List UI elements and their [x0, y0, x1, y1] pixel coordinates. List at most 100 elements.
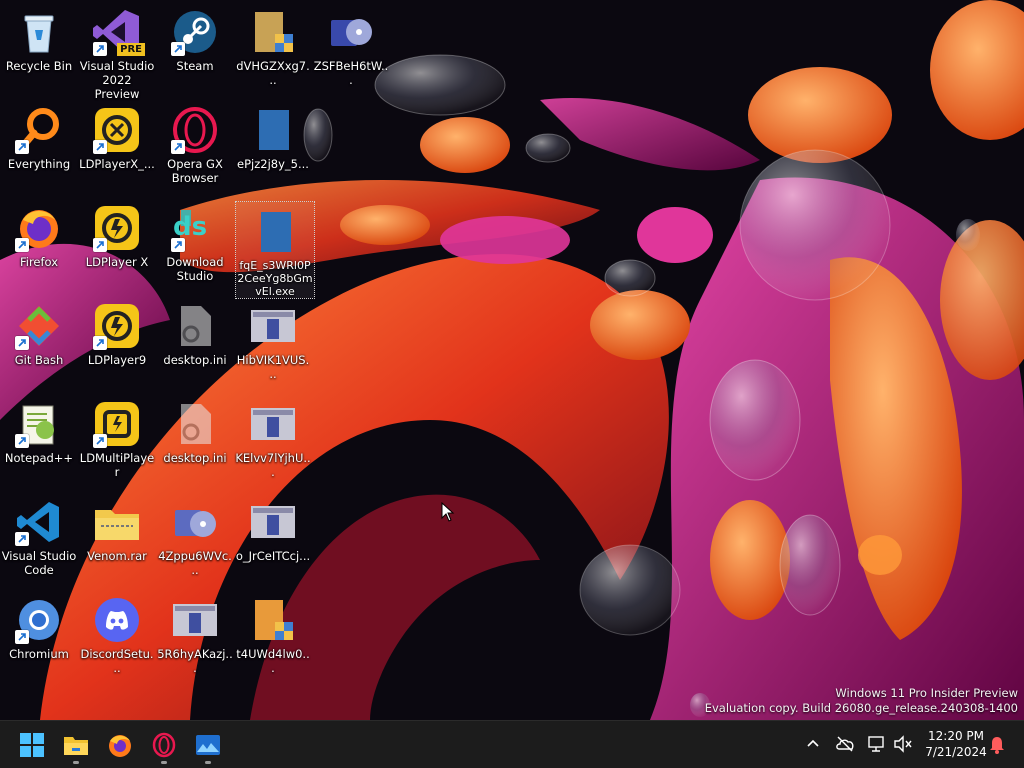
chromium-shortcut[interactable]: Chromium: [0, 590, 78, 686]
shortcut-arrow-icon: [93, 434, 107, 448]
ldplayer-icon: [93, 302, 141, 350]
executable-window-icon: [249, 498, 297, 546]
file-zsfbeh6tw[interactable]: ZSFBeH6tW...: [312, 2, 390, 98]
file-dvhgzxxg7[interactable]: dVHGZXxg7...: [234, 2, 312, 98]
shortcut-arrow-icon: [93, 238, 107, 252]
taskbar-file-explorer[interactable]: [56, 725, 96, 765]
desktop-ini-file[interactable]: desktop.ini: [156, 296, 234, 392]
ldplayerx-installer-shortcut[interactable]: LDPlayerX_...: [78, 100, 156, 196]
desktop-ini-file-2[interactable]: desktop.ini: [156, 394, 234, 490]
archive-folder-icon: [93, 498, 141, 546]
git-bash-shortcut[interactable]: Git Bash: [0, 296, 78, 392]
recycle-bin-icon: [15, 8, 63, 56]
mouse-cursor-icon: [441, 501, 455, 522]
volume-button[interactable]: [892, 733, 914, 755]
shortcut-arrow-icon: [93, 140, 107, 154]
installer-shield-icon: [249, 8, 297, 56]
ldplayer-icon: [93, 106, 141, 154]
recycle-bin-shortcut[interactable]: Recycle Bin: [0, 2, 78, 98]
icon-label: Firefox: [19, 255, 59, 269]
ldplayer9-shortcut[interactable]: LDPlayer9: [78, 296, 156, 392]
firefox-shortcut[interactable]: Firefox: [0, 198, 78, 294]
discord-icon: [93, 596, 141, 644]
file-hibvik1vus[interactable]: HibVIK1VUS...: [234, 296, 312, 392]
windows-evaluation-watermark: Windows 11 Pro Insider Preview Evaluatio…: [705, 686, 1018, 716]
icon-label: DiscordSetu...: [80, 647, 154, 675]
taskbar-firefox[interactable]: [100, 725, 140, 765]
cloud-off-icon: [834, 733, 856, 755]
clock-time: 12:20 PM: [928, 729, 984, 743]
discord-setup-shortcut[interactable]: DiscordSetu...: [78, 590, 156, 686]
shortcut-arrow-icon: [93, 42, 107, 56]
watermark-build: Evaluation copy. Build 26080.ge_release.…: [704, 701, 1018, 715]
notepad-plus-plus-shortcut[interactable]: Notepad++: [0, 394, 78, 490]
shortcut-arrow-icon: [15, 336, 29, 350]
file-4zppu6wvc[interactable]: 4Zppu6WVc...: [156, 492, 234, 588]
shortcut-arrow-icon: [15, 532, 29, 546]
shortcut-arrow-icon: [15, 140, 29, 154]
download-studio-shortcut[interactable]: ds Download Studio: [156, 198, 234, 294]
venom-rar-file[interactable]: Venom.rar: [78, 492, 156, 588]
icon-label: KElvv7lYjhU...: [235, 451, 311, 479]
icon-label: Visual Studio Code: [1, 549, 77, 577]
file-5r6hyakazj[interactable]: 5R6hyAKazj...: [156, 590, 234, 686]
ldmultiplayer-shortcut[interactable]: LDMultiPlayer: [78, 394, 156, 490]
shortcut-arrow-icon: [15, 630, 29, 644]
visual-studio-icon: PRE: [93, 8, 145, 56]
icon-label: 5R6hyAKazj...: [157, 647, 233, 675]
visual-studio-2022-preview-shortcut[interactable]: PRE Visual Studio 2022 Preview: [78, 2, 156, 101]
icon-label: ePjz2j8y_5...: [237, 157, 309, 171]
file-epjz2j8y[interactable]: ePjz2j8y_5...: [234, 100, 312, 196]
show-hidden-icons-button[interactable]: [802, 733, 824, 755]
network-status-button[interactable]: [866, 733, 888, 755]
vscode-shortcut[interactable]: Visual Studio Code: [0, 492, 78, 588]
icon-label: t4UWd4lw0...: [236, 647, 310, 675]
disc-installer-icon: [171, 498, 219, 546]
firefox-icon: [107, 732, 133, 758]
file-fqe-s3wrl0p2-exe[interactable]: fqE_s3WRl0P2CeeYg8bGmvEl.exe: [235, 201, 315, 299]
everything-search-icon: [15, 106, 63, 154]
steam-shortcut[interactable]: Steam: [156, 2, 234, 98]
file-o-jrceitccj[interactable]: o_JrCeITCcj...: [234, 492, 312, 588]
icon-label: Steam: [176, 59, 214, 73]
executable-window-icon: [249, 302, 297, 350]
chevron-up-icon: [802, 733, 824, 755]
file-kelvv7lyjhu[interactable]: KElvv7lYjhU...: [234, 394, 312, 490]
ldplayer-icon: [93, 204, 141, 252]
icon-label: LDPlayer X: [85, 255, 149, 269]
opera-gx-shortcut[interactable]: Opera GX Browser: [156, 100, 234, 196]
file-t4uwd4lw0[interactable]: t4UWd4lw0...: [234, 590, 312, 686]
watermark-edition: Windows 11 Pro Insider Preview: [835, 686, 1018, 700]
download-studio-icon: ds: [171, 204, 219, 252]
icon-label: Opera GX Browser: [167, 157, 223, 185]
preview-badge: PRE: [117, 43, 145, 56]
onedrive-status-button[interactable]: [834, 733, 856, 755]
vscode-icon: [15, 498, 63, 546]
icon-label: dVHGZXxg7...: [236, 59, 310, 87]
volume-muted-icon: [892, 733, 914, 755]
icon-label: fqE_s3WRl0P2CeeYg8bGmvEl.exe: [237, 259, 313, 298]
disc-installer-icon: [327, 8, 375, 56]
opera-gx-icon: [151, 732, 177, 758]
taskbar-opera-gx[interactable]: [144, 725, 184, 765]
steam-icon: [171, 8, 219, 56]
shortcut-arrow-icon: [15, 434, 29, 448]
icon-label: desktop.ini: [163, 451, 227, 465]
icon-label: ZSFBeH6tW...: [313, 59, 389, 87]
ldplayer-x-shortcut[interactable]: LDPlayer X: [78, 198, 156, 294]
taskbar-image-app[interactable]: [188, 725, 228, 765]
shortcut-arrow-icon: [171, 42, 185, 56]
start-button[interactable]: [12, 725, 52, 765]
image-app-icon: [195, 732, 221, 758]
shortcut-arrow-icon: [93, 336, 107, 350]
executable-window-icon: [249, 400, 297, 448]
notifications-button[interactable]: [986, 733, 1008, 755]
network-icon: [866, 733, 888, 755]
icon-label: Notepad++: [4, 451, 74, 465]
desktop: Recycle Bin Everything Firefox Git Bash …: [0, 0, 1024, 720]
bell-icon: [986, 733, 1008, 755]
icon-label: Recycle Bin: [5, 59, 73, 73]
icon-label: Visual Studio 2022 Preview: [79, 59, 155, 101]
everything-shortcut[interactable]: Everything: [0, 100, 78, 196]
system-clock[interactable]: 12:20 PM 7/21/2024: [918, 728, 994, 760]
